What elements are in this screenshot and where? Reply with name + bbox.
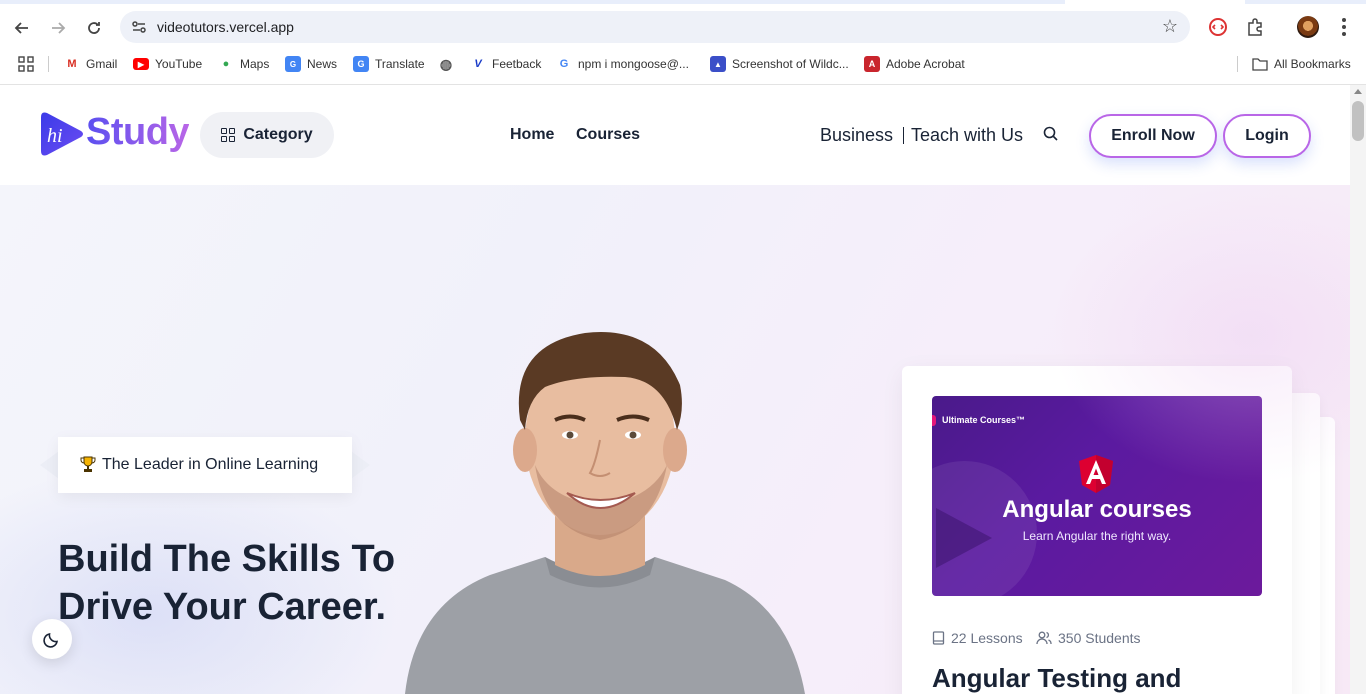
acrobat-icon: A bbox=[864, 56, 880, 72]
profile-avatar[interactable] bbox=[1297, 16, 1319, 38]
bookmark-translate[interactable]: G Translate bbox=[353, 54, 425, 74]
svg-text:hi: hi bbox=[47, 125, 63, 147]
hi-study-logo-icon[interactable]: hi bbox=[37, 109, 85, 159]
nav-teach-with-us[interactable]: Teach with Us bbox=[911, 125, 1023, 146]
thumbnail-subtitle: Learn Angular the right way. bbox=[1022, 529, 1172, 543]
google-icon: G bbox=[559, 58, 569, 70]
students-meta: 350 Students bbox=[1036, 630, 1141, 646]
folder-icon bbox=[1252, 56, 1268, 72]
bookmark-npm[interactable]: Gnpm i mongoose@... bbox=[556, 54, 689, 74]
site-header: hi Study Category Home Courses Business … bbox=[0, 85, 1350, 185]
book-icon bbox=[932, 631, 945, 645]
leader-badge: The Leader in Online Learning bbox=[40, 437, 370, 493]
bookmark-globe[interactable]: ◍ bbox=[438, 54, 454, 74]
lessons-count: 22 Lessons bbox=[951, 630, 1023, 646]
course-thumbnail[interactable]: Ultimate Courses™ Angular courses Learn … bbox=[932, 396, 1262, 596]
back-icon[interactable] bbox=[8, 14, 36, 42]
globe-icon: ◍ bbox=[439, 55, 453, 72]
apps-grid-icon[interactable] bbox=[18, 54, 34, 74]
page-scrollbar[interactable] bbox=[1350, 85, 1366, 694]
extensions-puzzle-icon[interactable] bbox=[1242, 14, 1268, 40]
tab-strip bbox=[0, 0, 1366, 4]
search-icon[interactable] bbox=[1043, 126, 1059, 142]
bookmark-gmail[interactable]: M Gmail bbox=[64, 54, 117, 74]
bookmark-youtube[interactable]: ▶ YouTube bbox=[133, 54, 202, 74]
category-button[interactable]: Category bbox=[200, 112, 334, 158]
bookmark-news[interactable]: G News bbox=[285, 54, 337, 74]
dark-mode-toggle[interactable] bbox=[32, 619, 72, 659]
bookmark-screenshot[interactable]: ▲ Screenshot of Wildc... bbox=[710, 54, 849, 74]
course-title[interactable]: Angular Testing and bbox=[932, 663, 1181, 694]
badge-text: The Leader in Online Learning bbox=[102, 456, 319, 473]
category-label: Category bbox=[243, 126, 313, 143]
bookmark-star-icon[interactable]: ☆ bbox=[1162, 16, 1178, 37]
site-info-icon[interactable] bbox=[130, 18, 148, 36]
logo-text[interactable]: Study bbox=[86, 111, 190, 154]
nav-courses[interactable]: Courses bbox=[576, 126, 640, 144]
address-bar[interactable]: videotutors.vercel.app ☆ bbox=[120, 11, 1190, 43]
thumbnail-brand: Ultimate Courses™ bbox=[942, 415, 1026, 425]
students-count: 350 Students bbox=[1058, 630, 1141, 646]
youtube-icon: ▶ bbox=[133, 58, 149, 70]
hero-title: Build The Skills To Drive Your Career. bbox=[58, 538, 396, 628]
bookmark-feetback[interactable]: V Feetback bbox=[470, 54, 541, 74]
nav-divider bbox=[903, 127, 904, 144]
login-button[interactable]: Login bbox=[1223, 114, 1311, 158]
news-icon: G bbox=[285, 56, 301, 72]
translate-icon: G bbox=[353, 56, 369, 72]
browser-menu-icon[interactable] bbox=[1336, 14, 1352, 40]
angular-logo-icon bbox=[1079, 455, 1113, 493]
nav-business[interactable]: Business bbox=[820, 125, 893, 146]
bookmark-maps[interactable]: ● Maps bbox=[218, 54, 270, 74]
lessons-meta: 22 Lessons bbox=[932, 630, 1023, 646]
enroll-now-button[interactable]: Enroll Now bbox=[1089, 114, 1217, 158]
thumbnail-title: Angular courses bbox=[1002, 496, 1192, 523]
reload-icon[interactable] bbox=[80, 14, 108, 42]
moon-icon bbox=[43, 633, 58, 648]
gmail-icon: M bbox=[67, 58, 77, 70]
code-extension-icon[interactable] bbox=[1205, 14, 1231, 40]
forward-icon[interactable] bbox=[44, 14, 72, 42]
screenshot-icon: ▲ bbox=[710, 56, 726, 72]
trophy-icon bbox=[80, 456, 96, 472]
grid-icon bbox=[221, 128, 236, 142]
all-bookmarks[interactable]: All Bookmarks bbox=[1252, 54, 1351, 74]
bookmark-acrobat[interactable]: A Adobe Acrobat bbox=[864, 54, 965, 74]
users-icon bbox=[1036, 631, 1052, 645]
hero-section: The Leader in Online Learning Build The … bbox=[0, 185, 1350, 694]
v-logo-icon: V bbox=[474, 58, 482, 70]
nav-home[interactable]: Home bbox=[510, 126, 554, 144]
hero-person-image bbox=[405, 332, 805, 694]
bookmarks-bar: M Gmail ▶ YouTube ● Maps G News G Translate ◍… bbox=[0, 52, 1366, 76]
browser-toolbar: videotutors.vercel.app ☆ M Gmail ▶ YouTube… bbox=[0, 0, 1366, 85]
maps-icon: ● bbox=[222, 58, 230, 70]
url-text[interactable]: videotutors.vercel.app bbox=[157, 19, 294, 35]
